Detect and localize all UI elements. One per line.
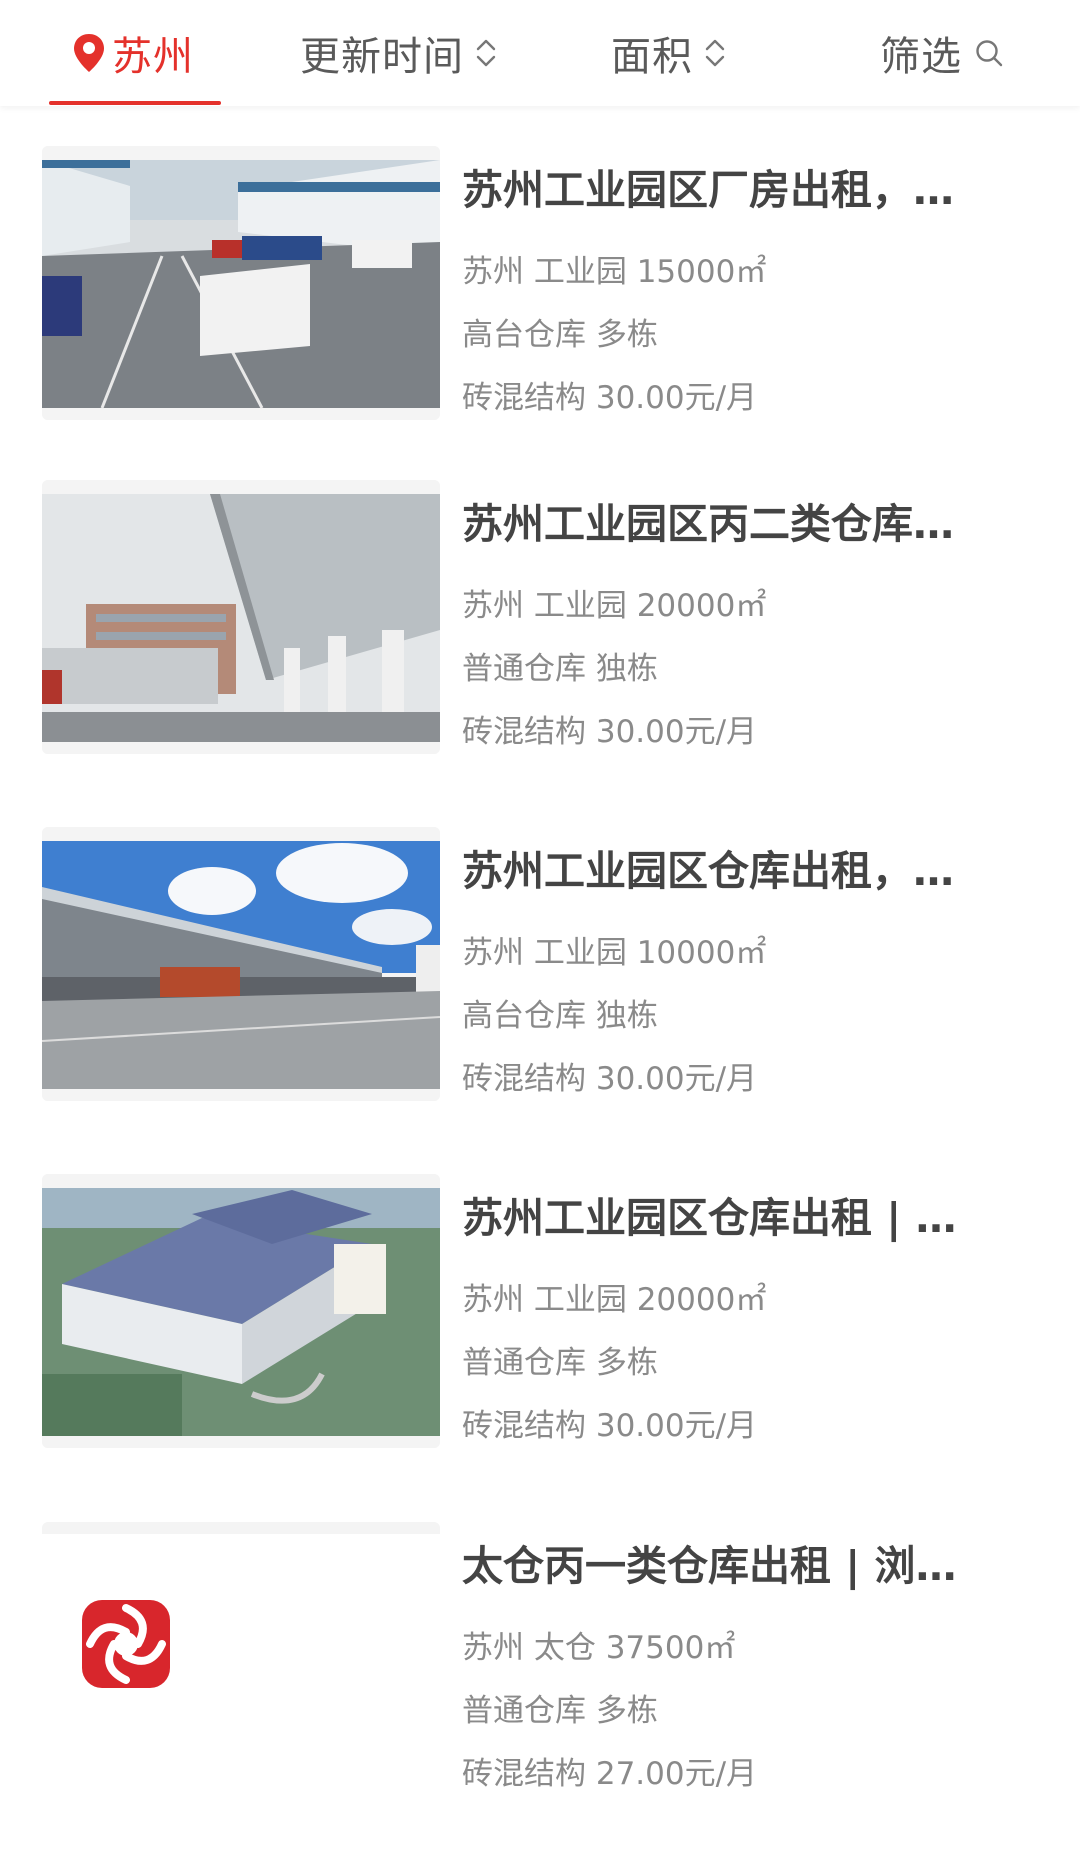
- listing-card[interactable]: 苏州工业园区厂房出租，… 苏州 工业园 15000㎡ 高台仓库 多栋 砖混结构 …: [0, 146, 1080, 436]
- filter-bar: 苏州 更新时间 面积 筛选: [0, 0, 1080, 106]
- tab-sort-update-time[interactable]: 更新时间: [300, 0, 498, 106]
- listing-price: 砖混结构 30.00元/月: [462, 1408, 758, 1444]
- listing-location: 苏州 工业园 20000㎡: [462, 1282, 767, 1318]
- listing-image[interactable]: [42, 1174, 440, 1448]
- listing-card[interactable]: 太仓丙一类仓库出租 | 浏… 苏州 太仓 37500㎡ 普通仓库 多栋 砖混结构…: [0, 1522, 1080, 1812]
- warehouse-aerial-render: [42, 1174, 440, 1448]
- tab-city[interactable]: 苏州: [72, 0, 194, 106]
- listing-type: 高台仓库 独栋: [462, 998, 658, 1034]
- listing-title[interactable]: 苏州工业园区仓库出租，…: [462, 845, 1002, 897]
- listing-card[interactable]: 苏州工业园区仓库出租 | … 苏州 工业园 20000㎡ 普通仓库 多栋 砖混结…: [0, 1174, 1080, 1464]
- sort-area-label: 面积: [611, 34, 693, 80]
- warehouse-blue-sky-photo: [42, 827, 440, 1101]
- tab-filter[interactable]: 筛选: [880, 0, 1004, 106]
- warehouse-loading-dock-photo: [42, 146, 440, 420]
- listing-title[interactable]: 苏州工业园区厂房出租，…: [462, 164, 1002, 216]
- listing-location: 苏州 工业园 10000㎡: [462, 935, 767, 971]
- listing-title[interactable]: 太仓丙一类仓库出租 | 浏…: [462, 1540, 1002, 1592]
- search-icon: [976, 40, 1003, 67]
- listing-title[interactable]: 苏州工业园区仓库出租 | …: [462, 1192, 1002, 1244]
- city-label: 苏州: [112, 34, 194, 80]
- listing-location: 苏州 太仓 37500㎡: [462, 1630, 736, 1666]
- filter-label: 筛选: [880, 34, 962, 80]
- listing-location: 苏州 工业园 15000㎡: [462, 254, 767, 290]
- listing-image[interactable]: [42, 1522, 440, 1796]
- zhidianwang-logo: [42, 1522, 440, 1796]
- listing-card[interactable]: 苏州工业园区仓库出租，… 苏州 工业园 10000㎡ 高台仓库 独栋 砖混结构 …: [0, 827, 1080, 1117]
- listing-image[interactable]: [42, 480, 440, 754]
- listing-price: 砖混结构 27.00元/月: [462, 1756, 758, 1792]
- sort-update-label: 更新时间: [300, 34, 464, 80]
- listing-type: 普通仓库 多栋: [462, 1693, 658, 1729]
- listing-price: 砖混结构 30.00元/月: [462, 380, 758, 416]
- listing-image[interactable]: [42, 146, 440, 420]
- sort-updown-icon: [705, 39, 725, 67]
- listing-type: 普通仓库 独栋: [462, 651, 658, 687]
- listing-location: 苏州 工业园 20000㎡: [462, 588, 767, 624]
- sort-updown-icon: [476, 39, 496, 67]
- location-pin-icon: [74, 34, 104, 72]
- listing-card[interactable]: 苏州工业园区丙二类仓库… 苏州 工业园 20000㎡ 普通仓库 独栋 砖混结构 …: [0, 480, 1080, 770]
- active-tab-indicator: [49, 101, 221, 105]
- listing-type: 普通仓库 多栋: [462, 1345, 658, 1381]
- listing-title[interactable]: 苏州工业园区丙二类仓库…: [462, 498, 1002, 550]
- listing-image[interactable]: [42, 827, 440, 1101]
- listing-type: 高台仓库 多栋: [462, 317, 658, 353]
- warehouse-canopy-photo: [42, 480, 440, 754]
- listing-price: 砖混结构 30.00元/月: [462, 1061, 758, 1097]
- listing-price: 砖混结构 30.00元/月: [462, 714, 758, 750]
- tab-sort-area[interactable]: 面积: [611, 0, 727, 106]
